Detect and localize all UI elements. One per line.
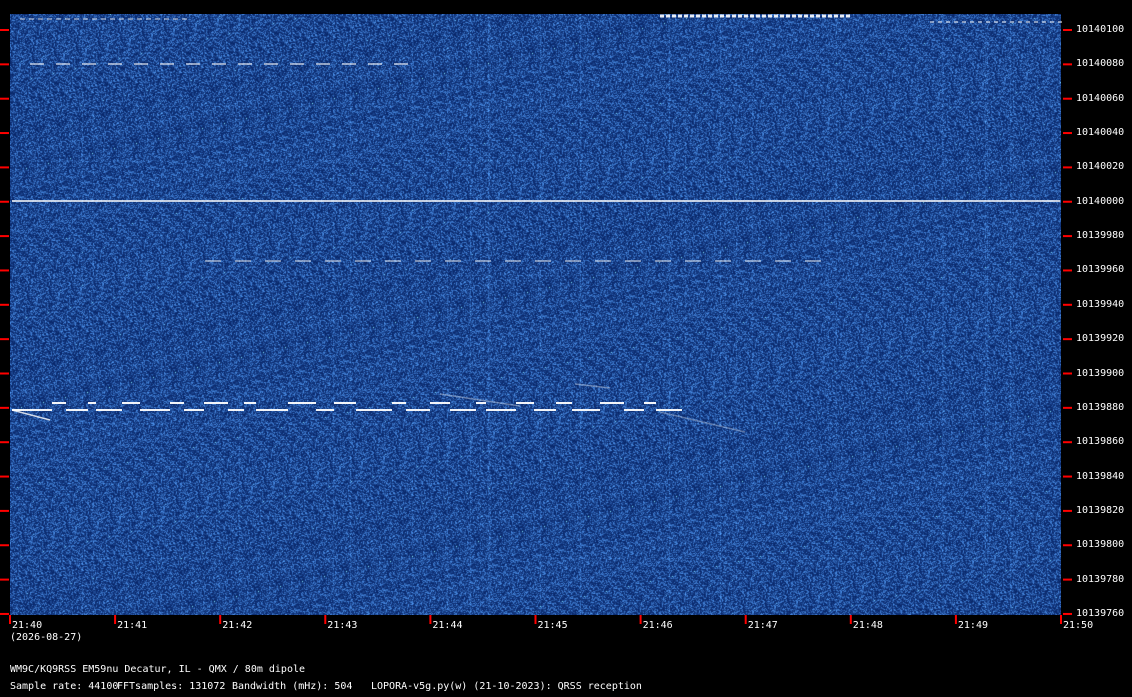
sample-rate: Sample rate: 44100 <box>10 681 119 692</box>
frequency-label: 10139760 <box>1076 607 1125 619</box>
software-version: LOPORA-v5g.py(w) (21-10-2023): QRSS rece… <box>371 681 642 692</box>
sweep-trace <box>11 409 51 421</box>
frequency-label: 10139960 <box>1076 264 1125 276</box>
time-label: 21:42 <box>222 620 253 631</box>
time-label: 21:40 <box>12 620 43 631</box>
time-label: 21:50 <box>1063 620 1094 631</box>
frequency-label: 10139920 <box>1076 333 1125 345</box>
signal-traces <box>11 14 1062 433</box>
frequency-label: 10139840 <box>1076 470 1125 482</box>
frequency-label: 10140100 <box>1076 24 1125 35</box>
frequency-tick-marks <box>0 29 1072 615</box>
frequency-label: 10139880 <box>1076 401 1125 413</box>
sweep-trace <box>574 383 611 389</box>
time-label: 21:43 <box>327 620 358 631</box>
frequency-label: 10139900 <box>1076 367 1125 379</box>
frequency-label: 10139980 <box>1076 230 1125 242</box>
station-info: WM9C/KQ9RSS EM59nu Decatur, IL - QMX / 8… <box>10 664 306 675</box>
frequency-label: 10139780 <box>1076 573 1125 585</box>
frequency-label: 10140020 <box>1076 161 1125 173</box>
frequency-label: 10140080 <box>1076 58 1125 70</box>
frequency-label: 10139820 <box>1076 504 1125 516</box>
time-label: 21:48 <box>852 620 883 631</box>
time-label: 21:44 <box>432 620 463 631</box>
time-label: 21:47 <box>747 620 778 631</box>
time-tick-marks <box>9 615 1062 624</box>
frequency-label: 10139940 <box>1076 298 1125 310</box>
time-label: 21:46 <box>642 620 673 631</box>
frequency-label: 10140060 <box>1076 92 1125 104</box>
start-date: (2026-08-27) <box>10 632 83 643</box>
bandwidth: Bandwidth (mHz): 504 <box>232 681 353 692</box>
sweep-trace <box>659 411 746 433</box>
time-label: 21:45 <box>537 620 568 631</box>
fft-samples: FFTsamples: 131072 <box>117 681 226 692</box>
time-label: 21:49 <box>957 620 988 631</box>
frequency-label: 10140000 <box>1076 195 1125 207</box>
time-label: 21:41 <box>117 620 148 631</box>
frequency-label: 10140040 <box>1076 127 1125 139</box>
plot-overlay <box>0 14 1072 624</box>
sweep-trace <box>439 393 521 407</box>
frequency-label: 10139860 <box>1076 436 1125 448</box>
frequency-label: 10139800 <box>1076 539 1125 551</box>
